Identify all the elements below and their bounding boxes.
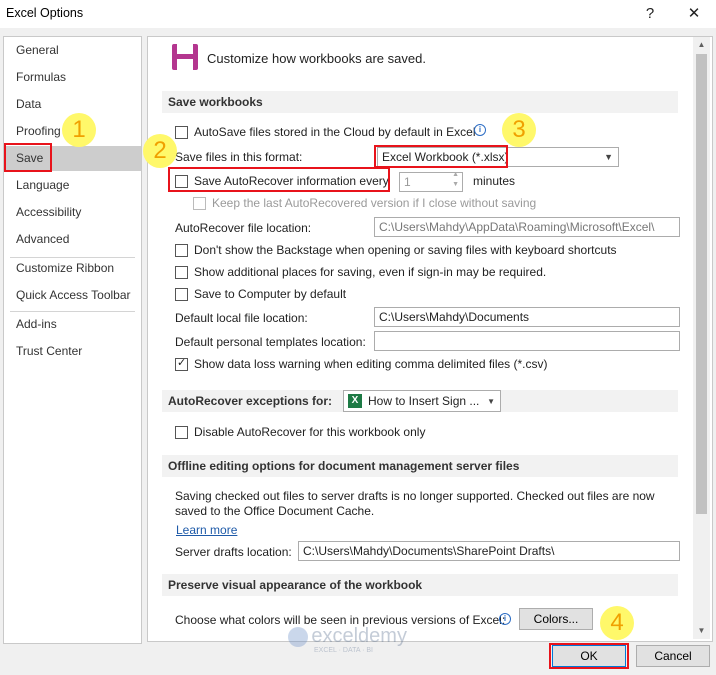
- save-to-computer-checkbox[interactable]: [175, 288, 188, 301]
- sidebar-item-quick-access-toolbar[interactable]: Quick Access Toolbar: [4, 283, 141, 308]
- data-loss-checkbox[interactable]: ✓: [175, 357, 188, 371]
- backstage-label: Don't show the Backstage when opening or…: [194, 243, 617, 257]
- learn-more-link[interactable]: Learn more: [176, 523, 237, 537]
- scrollbar-thumb[interactable]: [696, 54, 707, 514]
- format-label: Save files in this format:: [175, 150, 303, 164]
- chevron-down-icon: ▼: [604, 152, 613, 162]
- autosave-checkbox[interactable]: [175, 126, 188, 139]
- step-marker-2: 2: [143, 134, 177, 168]
- page-title: Customize how workbooks are saved.: [207, 51, 426, 66]
- check-icon: ✓: [177, 357, 187, 369]
- sidebar-item-save[interactable]: Save: [4, 146, 141, 171]
- scroll-up-icon[interactable]: ▲: [693, 37, 710, 53]
- additional-places-label: Show additional places for saving, even …: [194, 265, 547, 279]
- ar-workbook-dropdown[interactable]: X How to Insert Sign ... ▼: [343, 390, 501, 412]
- main-panel: Customize how workbooks are saved. Save …: [147, 36, 713, 642]
- ar-exceptions-title: AutoRecover exceptions for:: [168, 394, 333, 408]
- step-marker-1: 1: [62, 113, 96, 147]
- info-icon[interactable]: i: [474, 124, 486, 136]
- watermark-tagline: EXCEL · DATA · BI: [314, 647, 373, 654]
- offline-text-line2: saved to the Office Document Cache.: [175, 504, 375, 518]
- autorecover-label: Save AutoRecover information every: [194, 174, 389, 188]
- sidebar-item-general[interactable]: General: [4, 38, 141, 63]
- autorecover-minutes-value: 1: [404, 175, 411, 189]
- info-icon[interactable]: i: [499, 613, 511, 625]
- autorecover-minutes-stepper[interactable]: 1 ▲ ▼: [399, 172, 463, 192]
- title-bar: [0, 0, 716, 28]
- ar-location-label: AutoRecover file location:: [175, 221, 312, 235]
- scroll-down-icon[interactable]: ▼: [693, 623, 710, 639]
- ok-button[interactable]: OK: [552, 645, 626, 667]
- offline-text-line1: Saving checked out files to server draft…: [175, 489, 655, 503]
- sidebar-item-customize-ribbon[interactable]: Customize Ribbon: [4, 256, 141, 281]
- sidebar-item-advanced[interactable]: Advanced: [4, 227, 141, 252]
- step-marker-4: 4: [600, 606, 634, 640]
- section-offline-editing: Offline editing options for document man…: [162, 455, 678, 477]
- save-format-dropdown[interactable]: Excel Workbook (*.xlsx) ▼: [377, 147, 619, 167]
- exceldemy-logo-icon: [288, 626, 308, 647]
- autorecover-checkbox[interactable]: [175, 175, 188, 188]
- minutes-label: minutes: [473, 174, 516, 188]
- ar-location-input[interactable]: C:\Users\Mahdy\AppData\Roaming\Microsoft…: [374, 217, 680, 237]
- personal-templates-label: Default personal templates location:: [175, 335, 366, 349]
- server-drafts-input[interactable]: C:\Users\Mahdy\Documents\SharePoint Draf…: [298, 541, 680, 561]
- sidebar-item-trust-center[interactable]: Trust Center: [4, 339, 141, 364]
- cancel-button[interactable]: Cancel: [636, 645, 710, 667]
- exceldemy-watermark: exceldemy EXCEL · DATA · BI: [288, 625, 407, 654]
- section-save-workbooks: Save workbooks: [162, 91, 678, 113]
- sidebar-item-language[interactable]: Language: [4, 173, 141, 198]
- excel-icon: X: [348, 394, 362, 408]
- sidebar-item-accessibility[interactable]: Accessibility: [4, 200, 141, 225]
- sidebar-item-add-ins[interactable]: Add-ins: [4, 312, 141, 337]
- keep-last-label: Keep the last AutoRecovered version if I…: [212, 196, 537, 210]
- save-format-value: Excel Workbook (*.xlsx): [382, 150, 509, 164]
- keep-last-checkbox[interactable]: [193, 197, 206, 210]
- close-button[interactable]: ✕: [682, 3, 706, 25]
- disable-autorecover-checkbox[interactable]: [175, 426, 188, 439]
- default-local-input[interactable]: C:\Users\Mahdy\Documents: [374, 307, 680, 327]
- save-floppy-icon: [172, 44, 198, 70]
- default-local-label: Default local file location:: [175, 311, 308, 325]
- step-marker-3: 3: [502, 113, 536, 147]
- save-to-computer-label: Save to Computer by default: [194, 287, 347, 301]
- window-title: Excel Options: [6, 6, 84, 20]
- additional-places-checkbox[interactable]: [175, 266, 188, 279]
- ar-workbook-value: How to Insert Sign ...: [368, 394, 480, 408]
- chevron-down-icon: ▼: [487, 397, 495, 406]
- data-loss-label: Show data loss warning when editing comm…: [194, 357, 548, 371]
- section-preserve-appearance: Preserve visual appearance of the workbo…: [162, 574, 678, 596]
- colors-button[interactable]: Colors...: [519, 608, 593, 630]
- help-button[interactable]: ?: [638, 3, 662, 25]
- backstage-checkbox[interactable]: [175, 244, 188, 257]
- server-drafts-label: Server drafts location:: [175, 545, 292, 559]
- disable-autorecover-label: Disable AutoRecover for this workbook on…: [194, 425, 426, 439]
- sidebar-item-formulas[interactable]: Formulas: [4, 65, 141, 90]
- autosave-label: AutoSave files stored in the Cloud by de…: [194, 125, 476, 139]
- watermark-brand: exceldemy: [311, 625, 407, 647]
- personal-templates-input[interactable]: [374, 331, 680, 351]
- spin-arrows-icon: ▲ ▼: [452, 172, 459, 188]
